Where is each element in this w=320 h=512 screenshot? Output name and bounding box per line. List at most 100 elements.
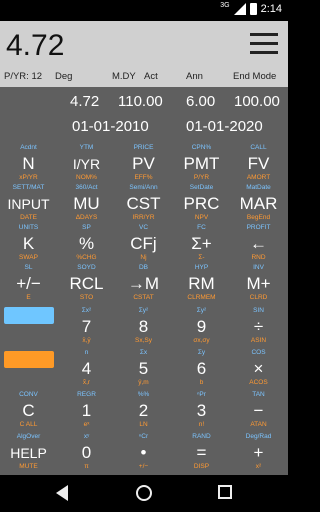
key-prc[interactable]: SetDate PRC NPV xyxy=(173,184,230,222)
key-n[interactable]: Acdnt NxP/YR xyxy=(0,144,57,182)
key-8-bottom-label: Sx,Sy xyxy=(135,337,152,344)
key-7-label: 7 xyxy=(81,317,92,336)
key-sub-label: − xyxy=(253,401,264,420)
key-5[interactable]: Σx 5 ŷ,m xyxy=(115,349,172,387)
key-1-bottom-label: eˣ xyxy=(83,421,90,428)
register-2: 110.00 xyxy=(118,93,163,110)
key-div-label: ÷ xyxy=(253,317,264,336)
key-6[interactable]: Σy 6 b xyxy=(173,349,230,387)
key-prc-top-label: SetDate xyxy=(189,184,214,191)
key-input[interactable]: SETT/MAT INPUT DATE xyxy=(0,184,57,222)
key-iyr-top-label: YTM xyxy=(79,144,94,151)
key-tom[interactable]: DB →M CSTAT xyxy=(115,264,172,302)
key-prc-bottom-label: NPV xyxy=(194,214,209,221)
key-mul-bottom-label: ACOS xyxy=(249,379,268,386)
key-0[interactable]: xʸ 0 π xyxy=(58,433,115,471)
network-type: 3G xyxy=(220,1,230,9)
ann-indicator: Ann xyxy=(186,71,203,82)
key-8-top-label: Σy² xyxy=(138,307,149,314)
key-mu[interactable]: 360/Act MU ΔDAYS xyxy=(58,184,115,222)
key-pct[interactable]: SP% %CHG xyxy=(58,224,115,262)
key-eq-top-label: RAND xyxy=(192,433,211,440)
key-sigma-bottom-label: Σ- xyxy=(198,254,205,261)
key-pct-label: % xyxy=(78,234,95,253)
key-pmt-label: PMT xyxy=(183,154,220,173)
key-pmt[interactable]: CPN% PMT P/YR xyxy=(173,144,230,182)
key-4-bottom-label: x̂,r xyxy=(82,379,91,386)
key-k-top-label: UNITS xyxy=(18,224,39,231)
key-mplus[interactable]: INV M+ CLRD xyxy=(230,264,287,302)
key-chs[interactable]: SL +/− E xyxy=(0,264,57,302)
key-sub-top-label: TAN xyxy=(252,391,265,398)
key-mar-bottom-label: BegEnd xyxy=(246,214,271,221)
key-0-label: 0 xyxy=(81,443,92,462)
key-eq[interactable]: RAND = DISP xyxy=(173,433,230,471)
key-n-top-label: Acdnt xyxy=(20,144,37,151)
recent-apps-icon[interactable] xyxy=(218,485,232,499)
key-mar-top-label: MatDate xyxy=(246,184,271,191)
key-mul-top-label: COS xyxy=(251,349,266,356)
key-fv-top-label: CALL xyxy=(250,144,267,151)
key-back[interactable]: PROFIT ← RND xyxy=(230,224,287,262)
key-cst[interactable]: Semi/Ann CST IRR/YR xyxy=(115,184,172,222)
key-input-top-label: SETT/MAT xyxy=(12,184,45,191)
key-add-bottom-label: x² xyxy=(255,463,262,470)
key-4[interactable]: n 4 x̂,r xyxy=(58,349,115,387)
key-7[interactable]: Σx² 7 x̄,ȳ xyxy=(58,307,115,345)
mode-line: P/YR: 12 Deg M.DY Act Ann End Mode xyxy=(0,71,288,85)
key-k[interactable]: UNITS K SWAP xyxy=(0,224,57,262)
key-mar[interactable]: MatDate MAR BegEnd xyxy=(230,184,287,222)
key-dot[interactable]: ⁿCr • +/− xyxy=(115,433,172,471)
key-9[interactable]: Σy² 9 σx,σy xyxy=(173,307,230,345)
key-help[interactable]: AlgOver HELP MUTE xyxy=(0,433,57,471)
key-pv[interactable]: PRICE PV EFF% xyxy=(115,144,172,182)
key-iyr[interactable]: YTM I/YR NOM% xyxy=(58,144,115,182)
key-k-bottom-label: SWAP xyxy=(19,254,38,261)
act-indicator: Act xyxy=(144,71,158,82)
key-rm[interactable]: HYP RM CLRMEM xyxy=(173,264,230,302)
key-help-top-label: AlgOver xyxy=(16,433,41,440)
key-5-label: 5 xyxy=(138,359,149,378)
key-c-bottom-label: C ALL xyxy=(19,421,38,428)
key-eq-bottom-label: DISP xyxy=(193,463,210,470)
key-c[interactable]: CONV C C ALL xyxy=(0,391,57,429)
key-dot-bottom-label: +/− xyxy=(138,463,149,470)
back-icon[interactable] xyxy=(56,485,68,501)
key-7-bottom-label: x̄,ȳ xyxy=(82,337,91,344)
key-add[interactable]: Deg/Rad + x² xyxy=(230,433,287,471)
key-3-top-label: ⁿPr xyxy=(197,391,206,398)
blue-shift-button[interactable] xyxy=(4,307,54,324)
key-1[interactable]: REGR 1 eˣ xyxy=(58,391,115,429)
orange-shift-button[interactable] xyxy=(4,351,54,368)
key-sub[interactable]: TAN − ATAN xyxy=(230,391,287,429)
key-cfj[interactable]: VC CFj Nj xyxy=(115,224,172,262)
menu-icon[interactable] xyxy=(250,33,278,55)
key-mu-bottom-label: ΔDAYS xyxy=(75,214,98,221)
key-9-label: 9 xyxy=(196,317,207,336)
register-4: 100.00 xyxy=(234,93,280,110)
key-cfj-bottom-label: Nj xyxy=(140,254,147,261)
key-sigma-top-label: FC xyxy=(197,224,206,231)
key-fv[interactable]: CALL FV AMORT xyxy=(230,144,287,182)
key-1-label: 1 xyxy=(81,401,92,420)
key-rcl[interactable]: SOYD RCL STO xyxy=(58,264,115,302)
key-eq-label: = xyxy=(196,443,207,462)
key-8-label: 8 xyxy=(138,317,149,336)
key-8[interactable]: Σy² 8 Sx,Sy xyxy=(115,307,172,345)
register-1: 4.72 xyxy=(70,93,100,110)
key-mul[interactable]: COS × ACOS xyxy=(230,349,287,387)
key-2[interactable]: %% 2 LN xyxy=(115,391,172,429)
key-9-bottom-label: σx,σy xyxy=(193,337,210,344)
key-rm-top-label: HYP xyxy=(194,264,209,271)
key-sigma[interactable]: FC Σ+ Σ- xyxy=(173,224,230,262)
key-div[interactable]: SIN ÷ ASIN xyxy=(230,307,287,345)
key-3[interactable]: ⁿPr 3 n! xyxy=(173,391,230,429)
key-pmt-bottom-label: P/YR xyxy=(193,174,210,181)
home-icon[interactable] xyxy=(136,485,152,501)
key-2-label: 2 xyxy=(138,401,149,420)
key-c-top-label: CONV xyxy=(19,391,38,398)
key-5-bottom-label: ŷ,m xyxy=(138,379,149,386)
key-chs-top-label: SL xyxy=(24,264,33,271)
key-rcl-top-label: SOYD xyxy=(77,264,96,271)
date-1: 01-01-2010 xyxy=(72,118,149,135)
